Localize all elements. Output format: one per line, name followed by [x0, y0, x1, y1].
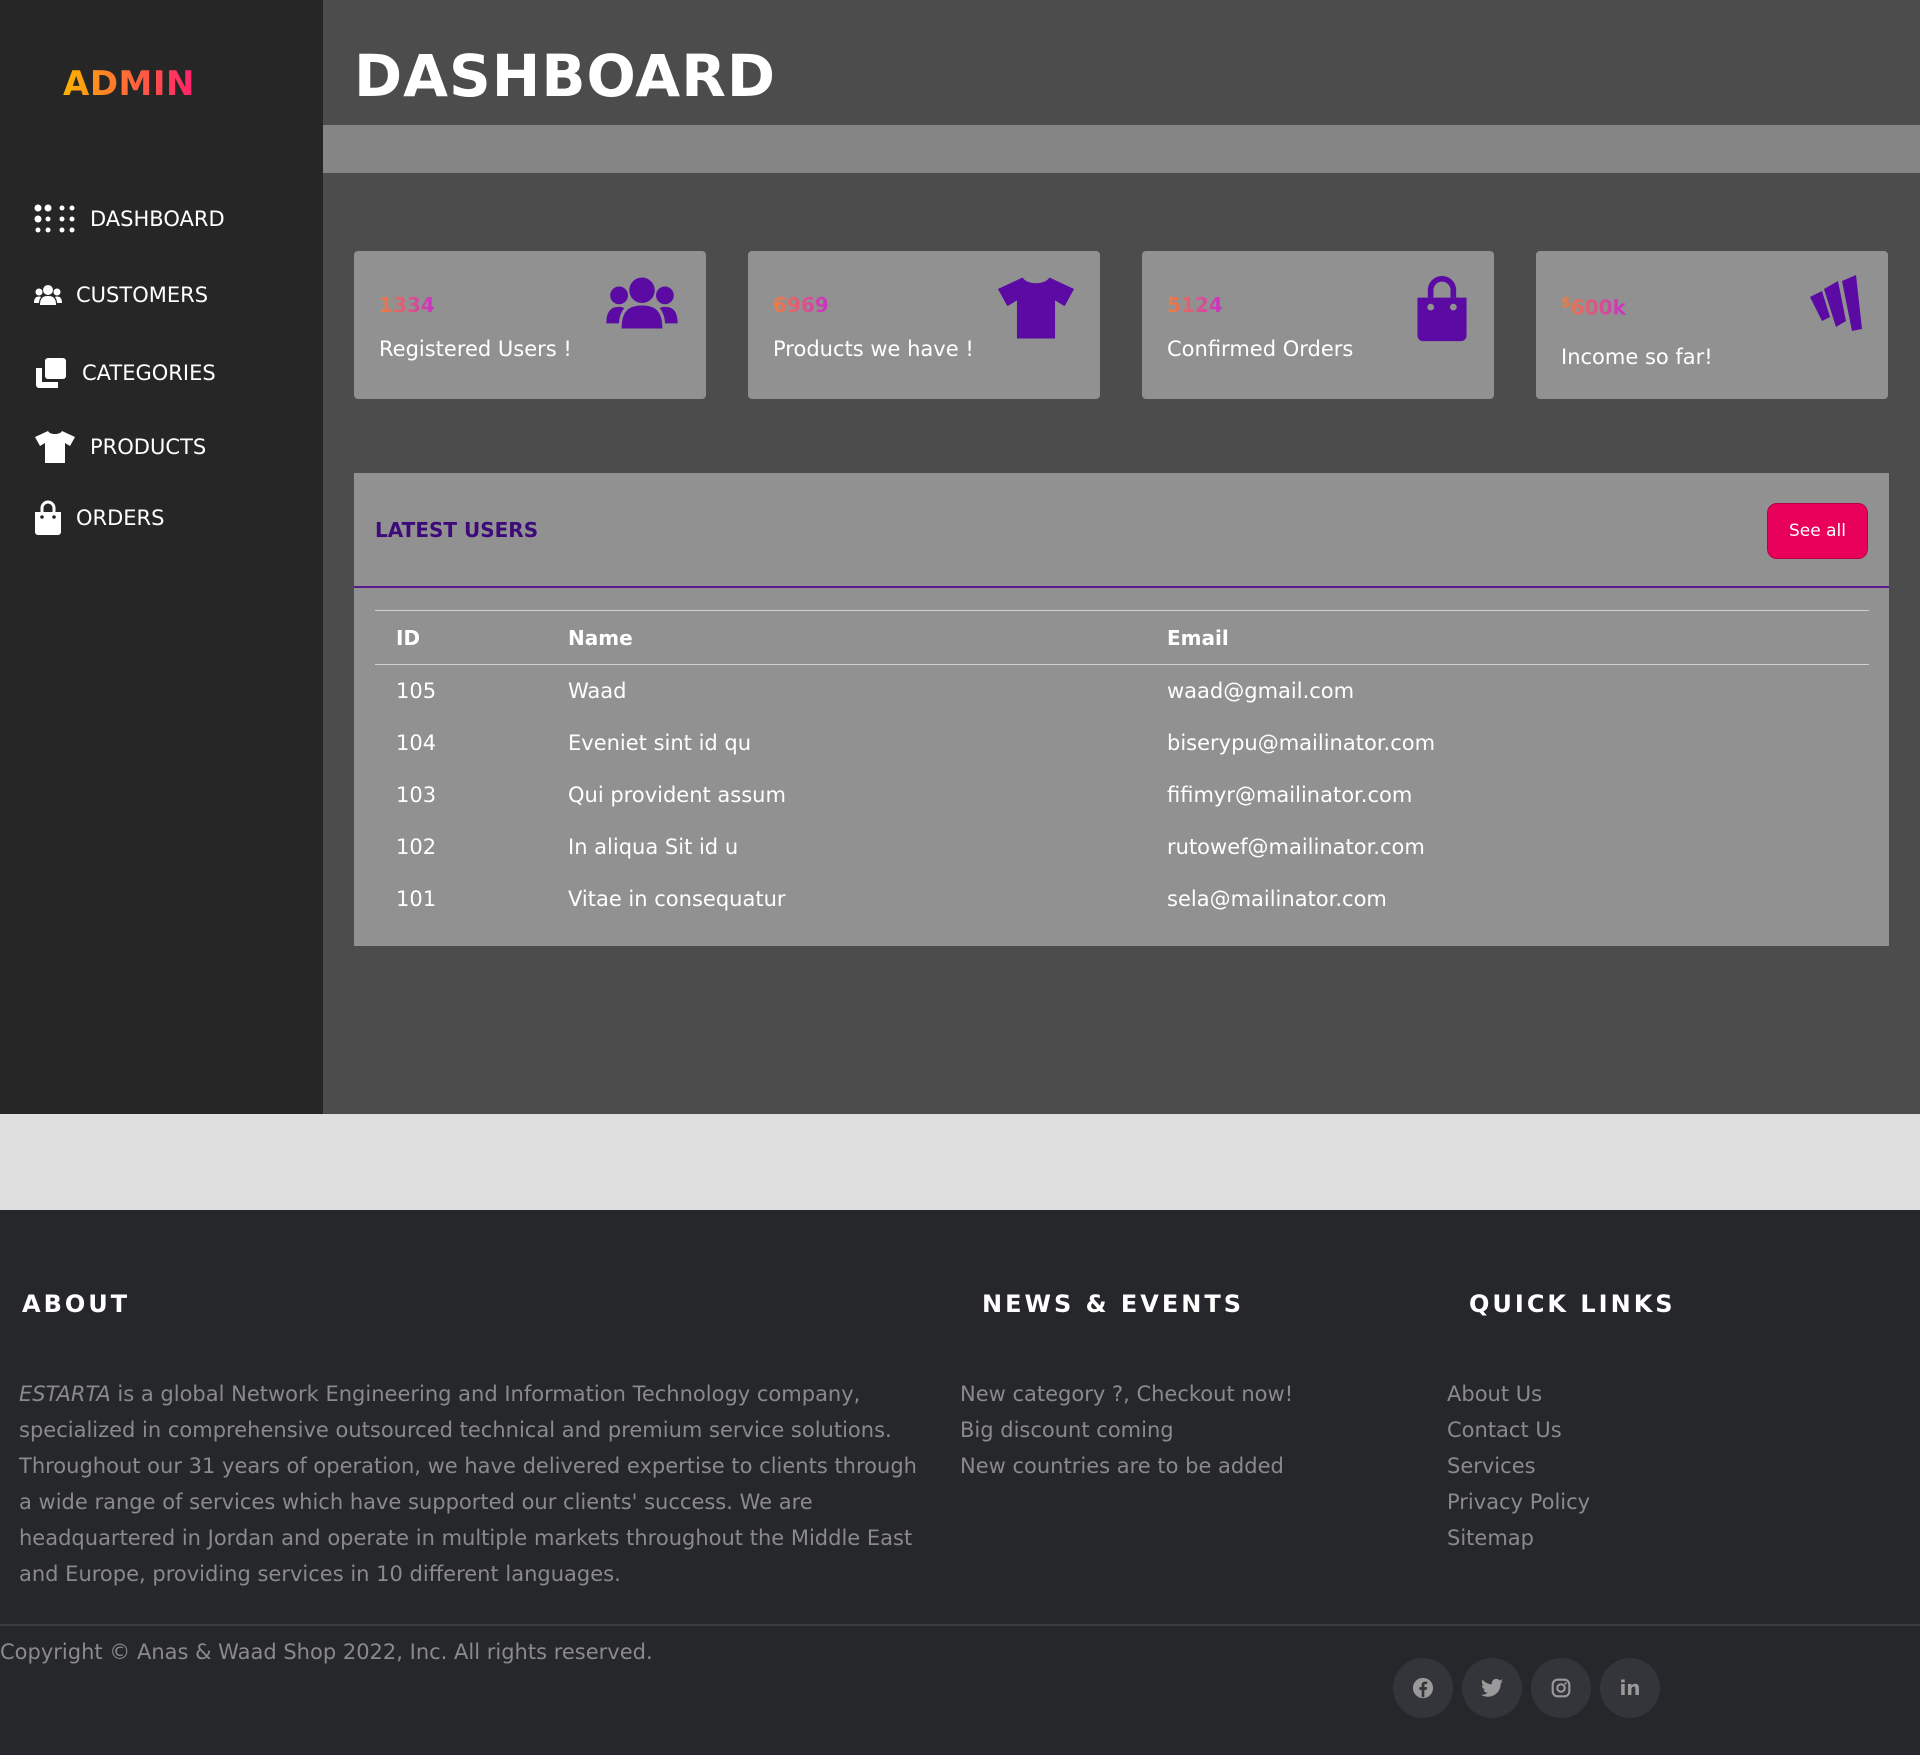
- quick-links-list: About Us Contact Us Services Privacy Pol…: [1447, 1376, 1590, 1556]
- cell-email: biserypu@mailinator.com: [1167, 730, 1436, 755]
- twitter-button[interactable]: [1462, 1658, 1522, 1718]
- instagram-button[interactable]: [1531, 1658, 1591, 1718]
- table-header-row: ID Name Email: [375, 610, 1869, 665]
- news-item[interactable]: Big discount coming: [960, 1412, 1293, 1448]
- stat-card-income: $600k Income so far!: [1536, 251, 1888, 399]
- facebook-icon: [1412, 1677, 1434, 1699]
- sidebar-item-orders[interactable]: ORDERS: [34, 500, 164, 536]
- news-item[interactable]: New countries are to be added: [960, 1448, 1293, 1484]
- quick-link-about[interactable]: About Us: [1447, 1376, 1590, 1412]
- tshirt-icon: [997, 277, 1075, 339]
- cell-email: waad@gmail.com: [1167, 678, 1355, 703]
- cell-name: Eveniet sint id qu: [568, 730, 752, 755]
- footer-heading-about: ABOUT: [22, 1290, 131, 1318]
- copyright-text: Copyright © Anas & Waad Shop 2022, Inc. …: [0, 1640, 653, 1664]
- cell-id: 101: [396, 886, 437, 911]
- sidebar: ADMIN DASHBOARD CUSTOMERS CATEGORIES PRO…: [0, 0, 323, 1114]
- instagram-icon: [1551, 1678, 1571, 1698]
- page-title: DASHBOARD: [354, 42, 776, 110]
- footer-heading-quick-links: QUICK LINKS: [1469, 1290, 1676, 1318]
- stat-value: 1334: [379, 293, 435, 317]
- cell-name: Waad: [568, 678, 627, 703]
- stat-value: 5124: [1167, 293, 1223, 317]
- users-table: ID Name Email 105 Waad waad@gmail.com 10…: [375, 610, 1869, 925]
- users-icon: [606, 277, 678, 329]
- stat-card-users: 1334 Registered Users !: [354, 251, 706, 399]
- company-name: ESTARTA: [19, 1382, 111, 1406]
- shopping-bag-icon: [1417, 276, 1467, 342]
- main-content: DASHBOARD 1334 Registered Users ! 6969 P…: [323, 0, 1920, 1114]
- copy-icon: [36, 358, 66, 388]
- table-row: 104 Eveniet sint id qu biserypu@mailinat…: [375, 717, 1869, 769]
- cell-name: Vitae in consequatur: [568, 886, 786, 911]
- latest-users-panel: LATEST USERS See all ID Name Email 105 W…: [354, 473, 1889, 946]
- quick-link-services[interactable]: Services: [1447, 1448, 1590, 1484]
- stat-label: Products we have !: [773, 337, 974, 361]
- wave-logo-icon: [1810, 275, 1862, 331]
- quick-link-privacy[interactable]: Privacy Policy: [1447, 1484, 1590, 1520]
- footer: ABOUT ESTARTA is a global Network Engine…: [0, 1210, 1920, 1755]
- footer-divider: [0, 1624, 1920, 1626]
- news-item[interactable]: New category ?, Checkout now!: [960, 1376, 1293, 1412]
- table-row: 103 Qui provident assum fifimyr@mailinat…: [375, 769, 1869, 821]
- quick-link-sitemap[interactable]: Sitemap: [1447, 1520, 1590, 1556]
- cell-email: rutowef@mailinator.com: [1167, 834, 1425, 859]
- quick-link-contact[interactable]: Contact Us: [1447, 1412, 1590, 1448]
- facebook-button[interactable]: [1393, 1658, 1453, 1718]
- about-text: ESTARTA is a global Network Engineering …: [19, 1376, 929, 1592]
- cell-email: fifimyr@mailinator.com: [1167, 782, 1413, 807]
- cell-id: 103: [396, 782, 437, 807]
- sidebar-item-label: ORDERS: [76, 506, 165, 530]
- header-band: [323, 125, 1920, 173]
- dashboard-icon: [34, 204, 75, 233]
- sidebar-item-label: DASHBOARD: [90, 207, 225, 231]
- about-body: is a global Network Engineering and Info…: [19, 1382, 917, 1586]
- sidebar-item-label: PRODUCTS: [90, 435, 207, 459]
- table-row: 102 In aliqua Sit id u rutowef@mailinato…: [375, 821, 1869, 873]
- stat-label: Confirmed Orders: [1167, 337, 1354, 361]
- column-header-id: ID: [375, 610, 547, 665]
- table-row: 101 Vitae in consequatur sela@mailinator…: [375, 873, 1869, 925]
- panel-header: LATEST USERS See all: [354, 473, 1889, 588]
- cell-id: 104: [396, 730, 437, 755]
- cell-id: 105: [396, 678, 437, 703]
- currency-symbol: $: [1561, 295, 1571, 311]
- column-header-email: Email: [1146, 610, 1869, 665]
- stat-label: Income so far!: [1561, 345, 1713, 369]
- brand-logo: ADMIN: [63, 64, 195, 104]
- panel-title: LATEST USERS: [375, 518, 539, 542]
- linkedin-button[interactable]: in: [1600, 1658, 1660, 1718]
- stat-value: 6969: [773, 293, 829, 317]
- cell-email: sela@mailinator.com: [1167, 886, 1387, 911]
- twitter-icon: [1481, 1678, 1503, 1697]
- stat-value-number: 600k: [1570, 295, 1626, 320]
- users-icon: [34, 285, 62, 305]
- cell-name: Qui provident assum: [568, 782, 786, 807]
- tshirt-icon: [35, 431, 75, 463]
- column-header-name: Name: [547, 610, 1146, 665]
- stat-card-products: 6969 Products we have !: [748, 251, 1100, 399]
- linkedin-icon: in: [1619, 1676, 1641, 1700]
- spacer-band: [0, 1114, 1920, 1210]
- stat-value: $600k: [1561, 295, 1626, 320]
- sidebar-item-products[interactable]: PRODUCTS: [34, 430, 206, 464]
- see-all-button[interactable]: See all: [1767, 503, 1868, 559]
- stat-label: Registered Users !: [379, 337, 572, 361]
- shopping-bag-icon: [35, 500, 61, 535]
- footer-heading-news: NEWS & EVENTS: [982, 1290, 1244, 1318]
- table-row: 105 Waad waad@gmail.com: [375, 665, 1869, 717]
- sidebar-item-label: CATEGORIES: [82, 361, 216, 385]
- sidebar-item-customers[interactable]: CUSTOMERS: [34, 283, 208, 307]
- sidebar-item-dashboard[interactable]: DASHBOARD: [34, 204, 225, 234]
- news-list: New category ?, Checkout now! Big discou…: [960, 1376, 1293, 1484]
- sidebar-item-label: CUSTOMERS: [76, 283, 209, 307]
- stat-card-orders: 5124 Confirmed Orders: [1142, 251, 1494, 399]
- sidebar-item-categories[interactable]: CATEGORIES: [34, 356, 216, 390]
- cell-id: 102: [396, 834, 437, 859]
- cell-name: In aliqua Sit id u: [568, 834, 739, 859]
